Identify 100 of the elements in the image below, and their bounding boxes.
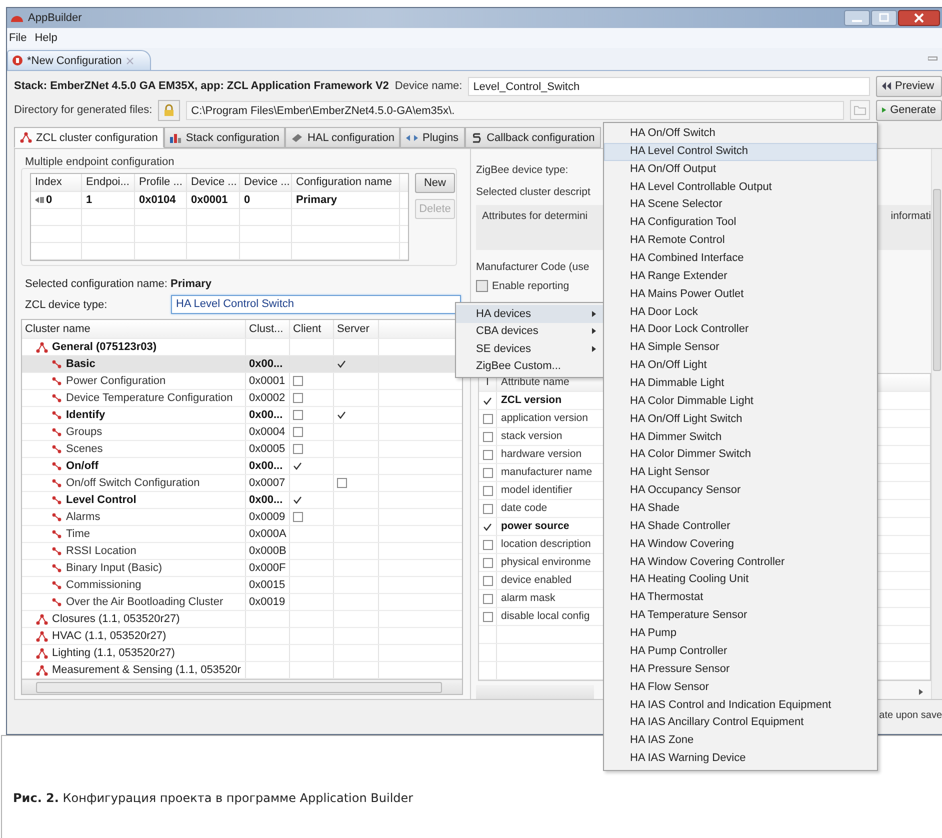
menu-item[interactable]: File (9, 32, 27, 44)
menu-item[interactable]: HA Heating Cooling Unit (604, 571, 877, 590)
checkbox[interactable] (293, 444, 303, 454)
menu-item[interactable]: HA Door Lock (604, 304, 877, 322)
check-mark[interactable] (293, 462, 302, 470)
menu-item[interactable]: HA On/Off Switch (604, 125, 877, 143)
menu-item[interactable]: HA Simple Sensor (604, 339, 877, 358)
cluster-row[interactable]: Binary Input (Basic) 0x000F (22, 560, 462, 577)
endpoint-button[interactable]: New (415, 173, 455, 193)
cluster-row[interactable]: Level Control 0x00... (22, 492, 462, 509)
cluster-group[interactable]: Closures (1.1, 053520r27) (22, 611, 246, 627)
cluster-group[interactable]: Measurement & Sensing (1.1, 053520r (22, 662, 246, 678)
checkbox[interactable] (482, 504, 492, 514)
menu-item[interactable]: HA IAS Control and Indication Equipment (604, 696, 877, 714)
checkbox[interactable] (482, 450, 492, 460)
cluster-row[interactable]: Device Temperature Configuration 0x0002 (22, 390, 462, 407)
checkbox[interactable] (482, 594, 492, 604)
menu-item[interactable]: HA Combined Interface (604, 250, 877, 268)
horizontal-scrollbar[interactable] (22, 679, 462, 694)
check-mark[interactable] (483, 522, 492, 530)
menu-item[interactable]: HA Dimmable Light (604, 375, 877, 393)
menu-item[interactable]: HA Color Dimmer Switch (604, 446, 877, 464)
checkbox[interactable] (482, 414, 492, 424)
vertical-scrollbar[interactable] (931, 149, 942, 699)
cluster-row[interactable]: RSSI Location 0x000B (22, 543, 462, 560)
checkbox[interactable] (293, 376, 303, 386)
check-mark[interactable] (293, 496, 302, 504)
checkbox[interactable] (482, 558, 492, 568)
cluster-row[interactable]: Identify 0x00... (22, 407, 462, 424)
editor-tab[interactable]: *New Configuration (7, 50, 151, 70)
menu-item[interactable]: HA Thermostat (604, 589, 877, 608)
menu-item[interactable]: SE devices (456, 340, 603, 358)
preview-button[interactable]: Preview (876, 76, 942, 96)
menu-item[interactable]: HA IAS Ancillary Control Equipment (604, 714, 877, 732)
menu-item[interactable]: HA IAS Zone (604, 732, 877, 750)
generate-button[interactable]: Generate (876, 100, 942, 120)
checkbox[interactable] (482, 468, 492, 478)
checkbox[interactable] (293, 410, 303, 420)
checkbox[interactable] (482, 486, 492, 496)
checkbox[interactable] (476, 280, 488, 292)
menu-item[interactable]: HA On/Off Light Switch (604, 410, 877, 429)
cluster-row[interactable]: Time 0x000A (22, 526, 462, 543)
cluster-group[interactable]: HVAC (1.1, 053520r27) (22, 628, 246, 644)
checkbox[interactable] (482, 612, 492, 622)
config-tab[interactable]: Plugins (400, 127, 465, 148)
menu-item[interactable]: HA Level Control Switch (604, 142, 877, 161)
cluster-row[interactable]: Over the Air Bootloading Cluster 0x0019 (22, 594, 462, 611)
menu-item[interactable]: HA Light Sensor (604, 464, 877, 482)
scroll-right-arrow-icon[interactable] (919, 689, 923, 695)
cluster-row[interactable]: Power Configuration 0x0001 (22, 373, 462, 390)
menu-item[interactable]: HA IAS Warning Device (604, 750, 877, 768)
check-mark[interactable] (337, 360, 346, 368)
menu-item[interactable]: HA Shade Controller (604, 518, 877, 536)
menu-item[interactable]: HA On/Off Output (604, 160, 877, 179)
cluster-row[interactable]: Alarms 0x0009 (22, 509, 462, 526)
menu-item[interactable]: HA Pressure Sensor (604, 660, 877, 679)
check-mark[interactable] (483, 396, 492, 404)
cluster-row[interactable]: On/off 0x00... (22, 458, 462, 475)
check-mark[interactable] (337, 411, 346, 419)
menu-item[interactable]: HA Shade (604, 500, 877, 518)
menu-item[interactable]: HA Mains Power Outlet (604, 286, 877, 304)
cluster-group[interactable]: Lighting (1.1, 053520r27) (22, 645, 246, 661)
menu-item[interactable]: HA Configuration Tool (604, 214, 877, 232)
lock-button[interactable] (158, 100, 180, 120)
cluster-row[interactable]: On/off Switch Configuration 0x0007 (22, 475, 462, 492)
checkbox[interactable] (293, 393, 303, 403)
menu-item[interactable]: CBA devices (456, 322, 603, 340)
menu-item[interactable]: HA Range Extender (604, 268, 877, 286)
menu-item[interactable]: HA Occupancy Sensor (604, 482, 877, 500)
directory-field[interactable]: C:\Program Files\Ember\EmberZNet4.5.0-GA\em35x\. (186, 100, 844, 120)
menu-item[interactable]: HA Temperature Sensor (604, 607, 877, 626)
menu-item[interactable]: HA Remote Control (604, 232, 877, 250)
device-type-dropdown[interactable]: HA Level Control Switch (171, 295, 461, 314)
menu-item[interactable]: HA On/Off Light (604, 357, 877, 376)
menu-item[interactable]: HA Door Lock Controller (604, 321, 877, 340)
checkbox[interactable] (482, 540, 492, 550)
menu-item[interactable]: HA Scene Selector (604, 196, 877, 214)
menu-item[interactable]: HA Pump Controller (604, 642, 877, 661)
cluster-row[interactable]: Commissioning 0x0015 (22, 577, 462, 594)
checkbox[interactable] (482, 432, 492, 442)
menu-item[interactable]: HA Window Covering Controller (604, 554, 877, 572)
menu-item[interactable]: HA Window Covering (604, 536, 877, 554)
config-tab[interactable]: Stack configuration (164, 127, 286, 148)
cluster-group[interactable]: General (075123r03) (22, 339, 246, 355)
browse-button[interactable] (850, 100, 870, 120)
menu-item[interactable]: HA Color Dimmable Light (604, 392, 877, 411)
horizontal-scrollbar[interactable] (476, 685, 594, 699)
cluster-row[interactable]: Groups 0x0004 (22, 424, 462, 441)
device-name-field[interactable]: Level_Control_Switch (468, 76, 870, 96)
checkbox[interactable] (337, 478, 347, 488)
config-tab[interactable]: HAL configuration (285, 127, 400, 148)
minimize-icon[interactable] (844, 10, 870, 26)
config-tab[interactable]: ZCL cluster configuration (14, 127, 164, 148)
checkbox[interactable] (293, 427, 303, 437)
menu-item[interactable]: Help (34, 32, 58, 44)
menu-item[interactable]: HA devices (456, 305, 603, 322)
maximize-icon[interactable] (871, 10, 897, 26)
menu-item[interactable]: HA Pump (604, 625, 877, 643)
menu-item[interactable]: HA Level Controllable Output (604, 178, 877, 196)
close-icon[interactable] (898, 10, 940, 26)
